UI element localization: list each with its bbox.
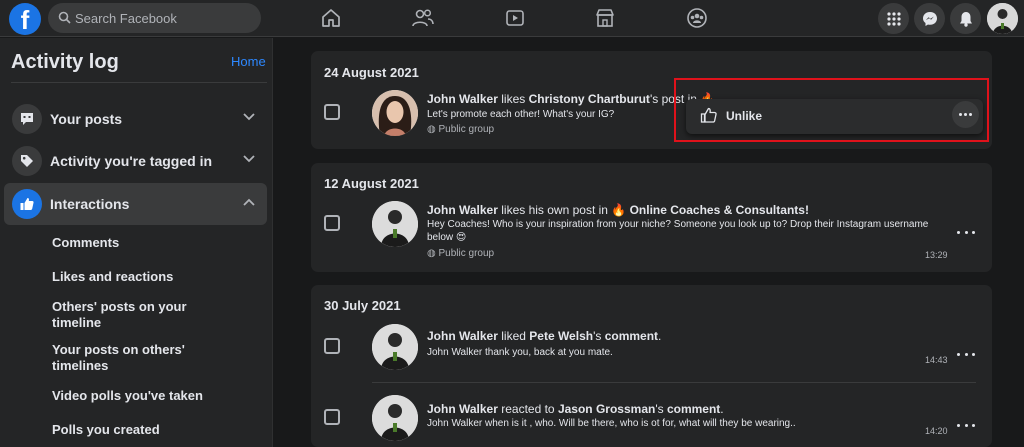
sidebar-item-tagged[interactable]: Activity you're tagged in <box>4 140 267 182</box>
activity-time: 14:20 <box>925 426 948 436</box>
globe-icon: ◍ <box>427 124 436 135</box>
audience-label: ◍ Public group <box>427 124 494 135</box>
menu-grid-icon[interactable] <box>878 3 909 34</box>
audience-label: ◍ Public group <box>427 248 494 259</box>
activity-headline: John Walker reacted to Jason Grossman's … <box>427 402 724 416</box>
search-box[interactable] <box>48 3 261 33</box>
comment-link[interactable]: comment <box>667 402 720 416</box>
home-link[interactable]: Home <box>231 54 266 69</box>
account-avatar[interactable] <box>987 3 1018 34</box>
target-name[interactable]: Jason Grossman <box>558 402 655 416</box>
select-checkbox[interactable] <box>324 409 340 425</box>
activity-mid: 's <box>593 329 605 343</box>
groups-icon[interactable] <box>684 5 710 31</box>
profile-avatar[interactable] <box>372 90 418 136</box>
sidebar-subitem-comments[interactable]: Comments <box>52 235 222 251</box>
activity-mid: 's <box>655 402 667 416</box>
activity-end: . <box>720 402 724 416</box>
notifications-icon[interactable] <box>950 3 981 34</box>
sidebar-divider <box>11 82 267 83</box>
post-snippet: Let's promote each other! What's your IG… <box>427 109 615 120</box>
audience-text: Public group <box>438 124 495 135</box>
sidebar-subitem-video-polls[interactable]: Video polls you've taken <box>52 388 222 404</box>
sidebar-subitem-others-posts[interactable]: Others' posts on your timeline <box>52 299 187 331</box>
post-snippet-continued: below 😍 <box>427 232 467 243</box>
sidebar-item-label: Your posts <box>50 111 123 127</box>
speech-bubble-icon <box>12 104 42 134</box>
comment-link[interactable]: comment <box>605 329 658 343</box>
sidebar-subitem-polls-created[interactable]: Polls you created <box>52 422 222 438</box>
entry-divider <box>372 382 976 383</box>
activity-end: . <box>658 329 662 343</box>
more-options-icon[interactable] <box>957 349 975 359</box>
target-name[interactable]: Christony Chartburut <box>529 92 650 106</box>
search-input[interactable] <box>75 3 255 33</box>
profile-avatar[interactable] <box>372 395 418 441</box>
activity-verb: reacted to <box>497 402 558 416</box>
thumbs-up-icon <box>12 189 42 219</box>
activity-verb: likes his own post in 🔥 <box>497 203 630 217</box>
search-icon <box>58 11 71 24</box>
page-title: Activity log <box>11 51 119 73</box>
profile-avatar[interactable] <box>372 324 418 370</box>
activity-headline: John Walker likes Christony Chartburut's… <box>427 92 715 106</box>
activity-verb: liked <box>497 329 530 343</box>
activity-date: 24 August 2021 <box>324 65 419 80</box>
actor-name[interactable]: John Walker <box>427 329 498 343</box>
activity-card: 30 July 2021 John Walker liked Pete Wels… <box>311 285 992 447</box>
actor-name[interactable]: John Walker <box>427 402 498 416</box>
chevron-up-icon[interactable] <box>243 198 255 206</box>
target-name[interactable]: Pete Welsh <box>529 329 593 343</box>
activity-time: 13:29 <box>925 250 948 260</box>
facebook-logo[interactable]: f <box>9 3 41 35</box>
sidebar-item-interactions[interactable]: Interactions <box>4 183 267 225</box>
globe-icon: ◍ <box>427 248 436 259</box>
marketplace-icon[interactable] <box>592 5 618 31</box>
activity-card: 12 August 2021 John Walker likes his own… <box>311 163 992 272</box>
sidebar-item-label: Activity you're tagged in <box>50 153 213 169</box>
chevron-down-icon[interactable] <box>243 155 255 163</box>
activity-date: 12 August 2021 <box>324 176 419 191</box>
sidebar-item-your-posts[interactable]: Your posts <box>4 98 267 140</box>
chevron-down-icon[interactable] <box>243 113 255 121</box>
activity-headline: John Walker likes his own post in 🔥 Onli… <box>427 203 809 217</box>
activity-verb: likes <box>497 92 529 106</box>
comment-snippet: John Walker when is it , who. Will be th… <box>427 418 796 429</box>
friends-icon[interactable] <box>410 5 436 31</box>
activity-time: 14:43 <box>925 355 948 365</box>
tag-icon <box>12 146 42 176</box>
target-name[interactable]: Online Coaches & Consultants! <box>630 203 809 217</box>
post-snippet: Hey Coaches! Who is your inspiration fro… <box>427 219 929 230</box>
audience-text: Public group <box>438 248 495 259</box>
sidebar-item-label: Interactions <box>50 196 130 212</box>
annotation-highlight-box <box>674 78 989 142</box>
select-checkbox[interactable] <box>324 104 340 120</box>
more-options-icon[interactable] <box>957 227 975 237</box>
activity-headline: John Walker liked Pete Welsh's comment. <box>427 329 661 343</box>
select-checkbox[interactable] <box>324 338 340 354</box>
top-navigation-bar: f <box>0 0 1024 37</box>
comment-snippet: John Walker thank you, back at you mate. <box>427 347 613 358</box>
home-icon[interactable] <box>318 5 344 31</box>
activity-date: 30 July 2021 <box>324 298 401 313</box>
profile-avatar[interactable] <box>372 201 418 247</box>
more-options-icon[interactable] <box>957 420 975 430</box>
messenger-icon[interactable] <box>914 3 945 34</box>
sidebar-subitem-likes-reactions[interactable]: Likes and reactions <box>52 269 222 285</box>
activity-log-sidebar: Activity log Home Your posts Activity yo… <box>0 38 273 447</box>
actor-name[interactable]: John Walker <box>427 92 498 106</box>
actor-name[interactable]: John Walker <box>427 203 498 217</box>
watch-icon[interactable] <box>502 5 528 31</box>
select-checkbox[interactable] <box>324 215 340 231</box>
sidebar-subitem-your-posts-others[interactable]: Your posts on others' timelines <box>52 342 187 374</box>
